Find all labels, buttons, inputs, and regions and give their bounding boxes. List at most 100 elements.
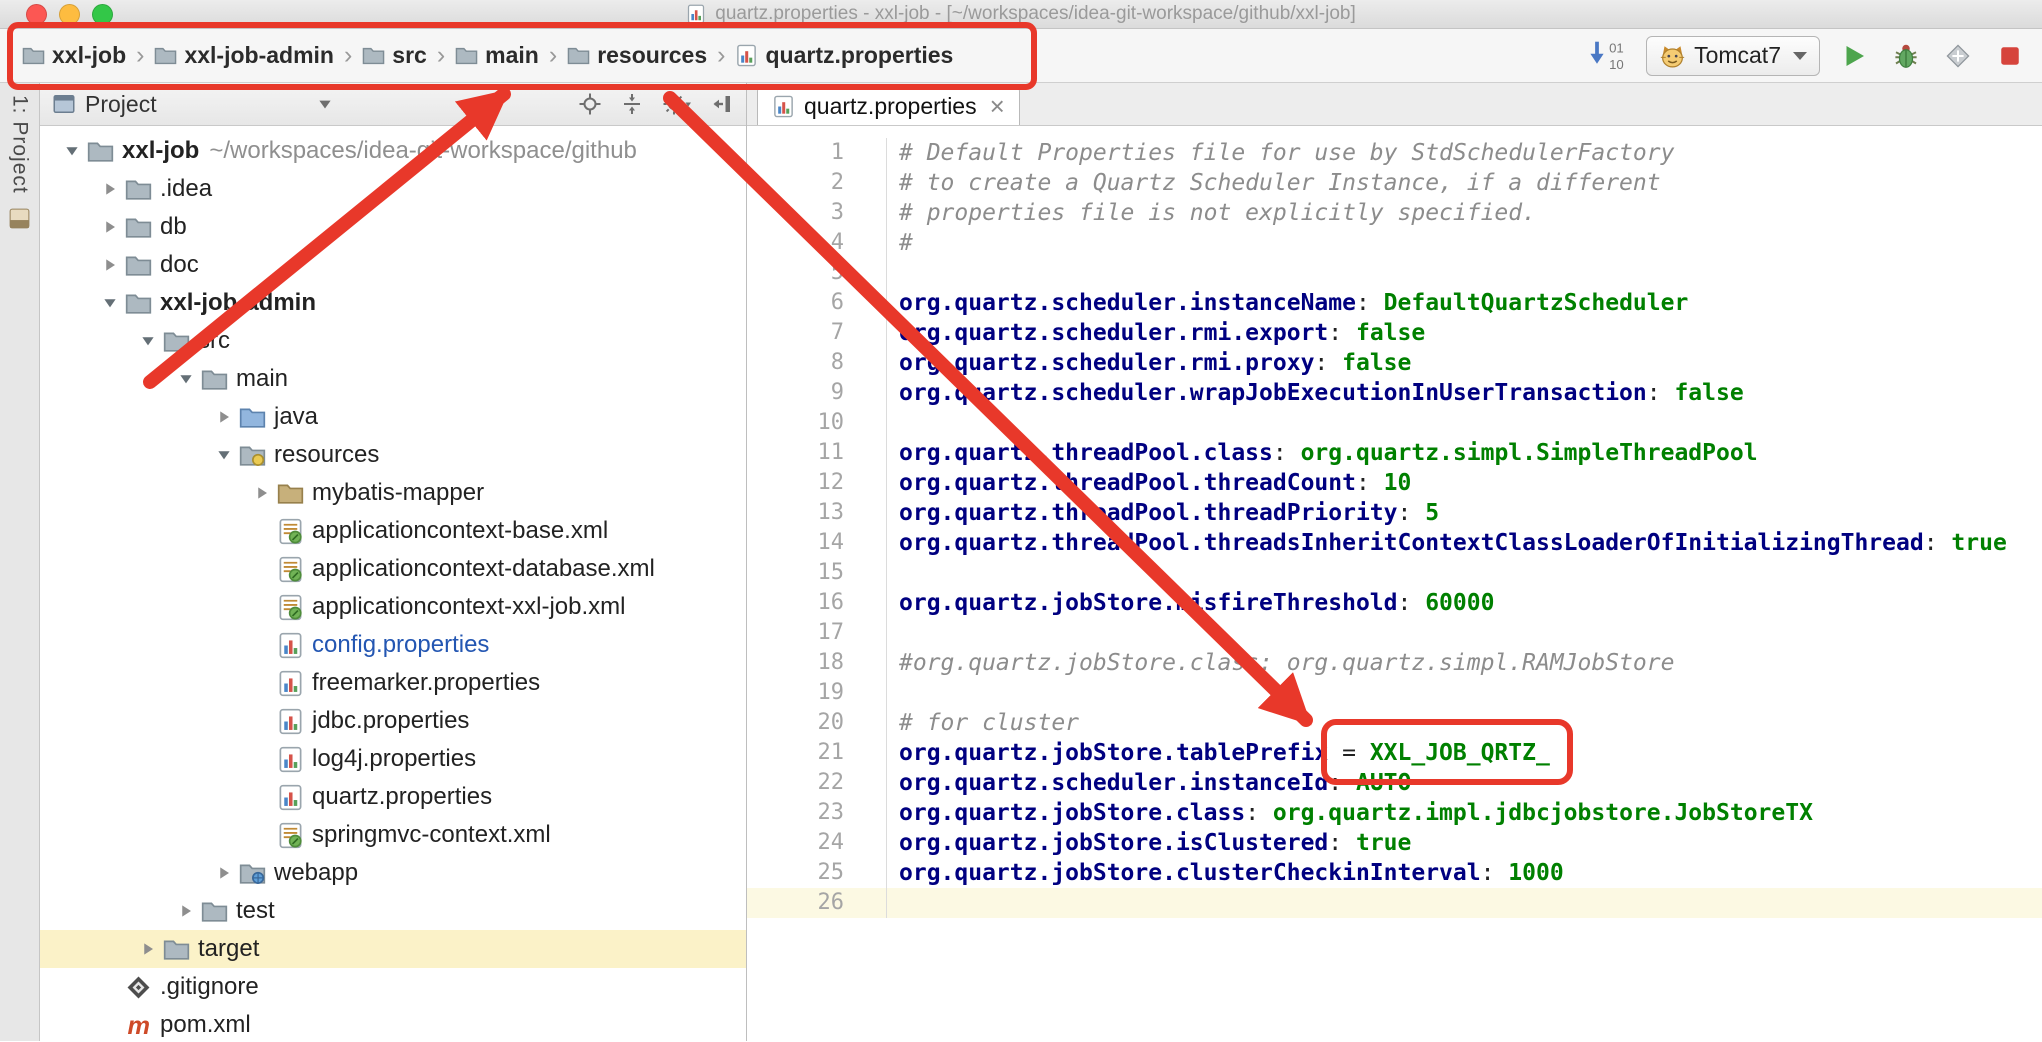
- editor-line[interactable]: 14org.quartz.threadPool.threadsInheritCo…: [747, 528, 2042, 558]
- editor-line[interactable]: 8org.quartz.scheduler.rmi.proxy: false: [747, 348, 2042, 378]
- editor-tab-quartz-properties[interactable]: quartz.properties ×: [757, 86, 1020, 125]
- editor-line[interactable]: 21org.quartz.jobStore.tablePrefix = XXL_…: [747, 738, 2042, 768]
- editor-line[interactable]: 18#org.quartz.jobStore.class: org.quartz…: [747, 648, 2042, 678]
- breadcrumb-item-main[interactable]: main: [455, 42, 539, 69]
- editor-line[interactable]: 11org.quartz.threadPool.class: org.quart…: [747, 438, 2042, 468]
- tree-item-log4j-properties[interactable]: log4j.properties: [40, 740, 746, 778]
- tree-item--gitignore[interactable]: .gitignore: [40, 968, 746, 1006]
- line-content: #: [887, 228, 913, 258]
- chevron-expanded-icon[interactable]: [96, 291, 123, 315]
- chevron-collapsed-icon[interactable]: [96, 215, 123, 239]
- editor-line[interactable]: 2# to create a Quartz Scheduler Instance…: [747, 168, 2042, 198]
- editor-line[interactable]: 9org.quartz.scheduler.wrapJobExecutionIn…: [747, 378, 2042, 408]
- chevron-collapsed-icon[interactable]: [172, 899, 199, 923]
- code-token-val: true: [1951, 530, 2006, 556]
- tree-item-applicationcontext-xxl-job-xml[interactable]: applicationcontext-xxl-job.xml: [40, 588, 746, 626]
- code-token-val: 10: [1384, 470, 1412, 496]
- stop-button[interactable]: [1992, 38, 2028, 74]
- code-token-val: XXL_JOB_QRTZ_: [1370, 740, 1550, 766]
- tree-item-resources[interactable]: resources: [40, 436, 746, 474]
- close-window-button[interactable]: [26, 4, 47, 25]
- tree-item-pom-xml[interactable]: mpom.xml: [40, 1006, 746, 1041]
- code-token-val: 5: [1425, 500, 1439, 526]
- editor-line[interactable]: 20# for cluster: [747, 708, 2042, 738]
- editor-line[interactable]: 4#: [747, 228, 2042, 258]
- editor-line[interactable]: 3# properties file is not explicitly spe…: [747, 198, 2042, 228]
- folder-icon: [87, 138, 114, 165]
- run-configuration-selector[interactable]: Tomcat7: [1646, 36, 1820, 76]
- tree-item-freemarker-properties[interactable]: freemarker.properties: [40, 664, 746, 702]
- chevron-collapsed-icon[interactable]: [210, 861, 237, 885]
- editor-line[interactable]: 25org.quartz.jobStore.clusterCheckinInte…: [747, 858, 2042, 888]
- editor-line[interactable]: 17: [747, 618, 2042, 648]
- tree-item-test[interactable]: test: [40, 892, 746, 930]
- chevron-collapsed-icon[interactable]: [210, 405, 237, 429]
- editor-line[interactable]: 19: [747, 678, 2042, 708]
- line-number: 8: [747, 348, 887, 378]
- editor-line[interactable]: 16org.quartz.jobStore.misfireThreshold: …: [747, 588, 2042, 618]
- run-button[interactable]: [1836, 38, 1872, 74]
- breadcrumb-separator: ›: [717, 41, 725, 70]
- editor-line[interactable]: 1# Default Properties file for use by St…: [747, 138, 2042, 168]
- tree-item-java[interactable]: java: [40, 398, 746, 436]
- tree-item-db[interactable]: db: [40, 208, 746, 246]
- incoming-changes-icon[interactable]: 01 10: [1586, 39, 1630, 73]
- close-tab-icon[interactable]: ×: [990, 93, 1005, 119]
- tree-item-webapp[interactable]: webapp: [40, 854, 746, 892]
- editor-line[interactable]: 10: [747, 408, 2042, 438]
- chevron-collapsed-icon[interactable]: [134, 937, 161, 961]
- breadcrumb-item-resources[interactable]: resources: [567, 42, 707, 69]
- editor-line[interactable]: 12org.quartz.threadPool.threadCount: 10: [747, 468, 2042, 498]
- chevron-expanded-icon[interactable]: [134, 329, 161, 353]
- tree-item--idea[interactable]: .idea: [40, 170, 746, 208]
- breadcrumb-item-xxl-job-admin[interactable]: xxl-job-admin: [154, 42, 334, 69]
- tree-item-applicationcontext-database-xml[interactable]: applicationcontext-database.xml: [40, 550, 746, 588]
- code-token-key: org.quartz.threadPool.threadPriority: [899, 500, 1398, 526]
- editor-area: quartz.properties × 1# Default Propertie…: [747, 83, 2042, 1041]
- tree-item-config-properties[interactable]: config.properties: [40, 626, 746, 664]
- editor-line[interactable]: 22org.quartz.scheduler.instanceId: AUTO: [747, 768, 2042, 798]
- gear-icon[interactable]: [662, 92, 692, 116]
- tomcat-icon: [1659, 42, 1686, 69]
- tree-item-quartz-properties[interactable]: quartz.properties: [40, 778, 746, 816]
- breadcrumb-item-src[interactable]: src: [362, 42, 427, 69]
- minimize-window-button[interactable]: [59, 4, 80, 25]
- editor-line[interactable]: 15: [747, 558, 2042, 588]
- tree-item-xxl-job[interactable]: xxl-job~/workspaces/idea-git-workspace/g…: [40, 132, 746, 170]
- tree-item-applicationcontext-base-xml[interactable]: applicationcontext-base.xml: [40, 512, 746, 550]
- project-stripe-button[interactable]: 1: Project: [8, 95, 32, 194]
- tree-item-jdbc-properties[interactable]: jdbc.properties: [40, 702, 746, 740]
- editor-line[interactable]: 23org.quartz.jobStore.class: org.quartz.…: [747, 798, 2042, 828]
- editor-line[interactable]: 5: [747, 258, 2042, 288]
- tree-item-springmvc-context-xml[interactable]: springmvc-context.xml: [40, 816, 746, 854]
- chevron-collapsed-icon[interactable]: [96, 253, 123, 277]
- tree-item-main[interactable]: main: [40, 360, 746, 398]
- editor-line[interactable]: 13org.quartz.threadPool.threadPriority: …: [747, 498, 2042, 528]
- chevron-expanded-icon[interactable]: [210, 443, 237, 467]
- editor-line[interactable]: 26: [747, 888, 2042, 918]
- tree-item-xxl-job-admin[interactable]: xxl-job-admin: [40, 284, 746, 322]
- collapse-all-icon[interactable]: [620, 92, 644, 116]
- editor-line[interactable]: 24org.quartz.jobStore.isClustered: true: [747, 828, 2042, 858]
- tree-item-target[interactable]: target: [40, 930, 746, 968]
- tree-item-label: xxl-job-admin: [160, 289, 316, 317]
- tree-item-mybatis-mapper[interactable]: mybatis-mapper: [40, 474, 746, 512]
- chevron-expanded-icon[interactable]: [58, 139, 85, 163]
- view-switcher-chevron-icon[interactable]: [316, 95, 334, 113]
- chevron-collapsed-icon[interactable]: [96, 177, 123, 201]
- line-content: [887, 618, 899, 648]
- zoom-window-button[interactable]: [92, 4, 113, 25]
- coverage-button[interactable]: [1940, 38, 1976, 74]
- hide-panel-icon[interactable]: [710, 92, 734, 116]
- breadcrumb-item-quartz-properties[interactable]: quartz.properties: [735, 42, 953, 69]
- editor-line[interactable]: 6org.quartz.scheduler.instanceName: Defa…: [747, 288, 2042, 318]
- chevron-expanded-icon[interactable]: [172, 367, 199, 391]
- chevron-collapsed-icon[interactable]: [248, 481, 275, 505]
- tree-item-src[interactable]: src: [40, 322, 746, 360]
- debug-button[interactable]: [1888, 38, 1924, 74]
- breadcrumb-item-xxl-job[interactable]: xxl-job: [22, 42, 126, 69]
- editor-line[interactable]: 7org.quartz.scheduler.rmi.export: false: [747, 318, 2042, 348]
- editor-content[interactable]: 1# Default Properties file for use by St…: [747, 126, 2042, 1041]
- locate-file-icon[interactable]: [578, 92, 602, 116]
- tree-item-doc[interactable]: doc: [40, 246, 746, 284]
